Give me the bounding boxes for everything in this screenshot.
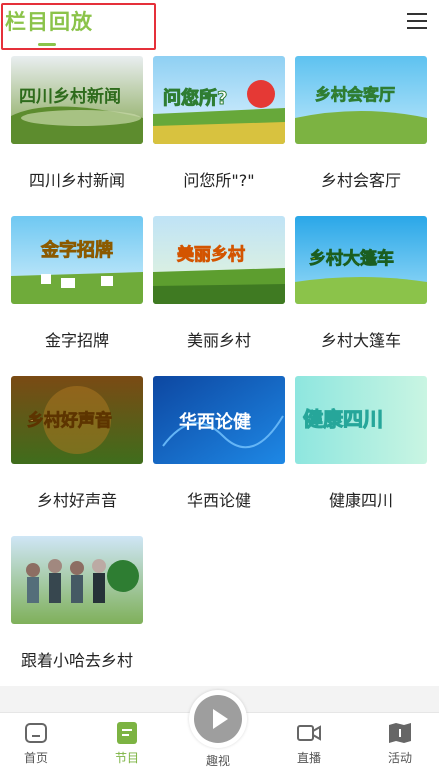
video-camera-icon <box>297 725 321 741</box>
tab-live[interactable]: 直播 <box>274 713 344 769</box>
svg-text:乡村会客厅: 乡村会客厅 <box>315 85 395 104</box>
program-thumbnail[interactable]: 华西论健 <box>153 376 285 464</box>
page-title: 栏目回放 <box>5 10 93 34</box>
svg-text:四川乡村新闻: 四川乡村新闻 <box>19 86 121 107</box>
program-name: 美丽乡村 <box>186 331 251 350</box>
tab-label: 活动 <box>387 751 412 765</box>
tab-home[interactable]: 首页 <box>1 713 71 769</box>
svg-text:健康四川: 健康四川 <box>303 407 383 431</box>
program-name: 乡村会客厅 <box>320 171 401 190</box>
program-name: 跟着小哈去乡村 <box>20 651 133 670</box>
program-name: 乡村好声音 <box>36 491 117 510</box>
tab-program[interactable]: 节目 <box>92 713 162 769</box>
program-card[interactable]: 华西论健 华西论健 <box>153 376 285 511</box>
program-thumbnail[interactable]: 乡村大篷车 <box>295 216 427 304</box>
tab-label: 节目 <box>114 751 139 765</box>
program-card[interactable]: 跟着小哈去乡村 <box>11 536 143 671</box>
svg-text:乡村好声音: 乡村好声音 <box>27 410 112 431</box>
program-thumbnail[interactable]: 美丽乡村 <box>153 216 285 304</box>
tab-label: 直播 <box>296 751 321 765</box>
program-thumbnail[interactable]: 乡村会客厅 <box>295 56 427 144</box>
program-name: 问您所"?" <box>183 171 255 190</box>
program-icon <box>117 722 137 744</box>
program-thumbnail[interactable]: 健康四川 <box>295 376 427 464</box>
svg-text:问您所?: 问您所? <box>163 87 227 109</box>
program-card[interactable]: 四川乡村新闻 四川乡村新闻 <box>11 56 143 191</box>
svg-text:乡村大篷车: 乡村大篷车 <box>309 248 394 269</box>
program-card[interactable]: 乡村会客厅 乡村会客厅 <box>295 56 427 191</box>
program-thumbnail[interactable]: 问您所? <box>153 56 285 144</box>
svg-text:金字招牌: 金字招牌 <box>40 239 113 261</box>
program-card[interactable]: 美丽乡村 美丽乡村 <box>153 216 285 351</box>
program-card[interactable]: 乡村好声音 乡村好声音 <box>11 376 143 511</box>
program-card[interactable]: 健康四川 健康四川 <box>295 376 427 511</box>
program-thumbnail[interactable] <box>11 536 143 624</box>
header: 栏目回放 <box>0 0 439 52</box>
program-thumbnail[interactable]: 四川乡村新闻 <box>11 56 143 144</box>
program-name: 华西论健 <box>186 491 251 510</box>
tab-activity[interactable]: 活动 <box>365 713 435 769</box>
program-name: 乡村大篷车 <box>320 331 401 350</box>
svg-text:美丽乡村: 美丽乡村 <box>177 244 245 265</box>
tab-label: 首页 <box>23 751 48 765</box>
home-icon <box>25 723 47 743</box>
program-thumbnail[interactable]: 金字招牌 <box>11 216 143 304</box>
program-thumbnail[interactable]: 乡村好声音 <box>11 376 143 464</box>
program-name: 金字招牌 <box>44 331 109 350</box>
play-icon[interactable] <box>189 690 247 748</box>
tab-label: 趣视 <box>205 754 230 768</box>
program-name: 健康四川 <box>328 491 393 510</box>
program-card[interactable]: 乡村大篷车 乡村大篷车 <box>295 216 427 351</box>
program-card[interactable]: 金字招牌 金字招牌 <box>11 216 143 351</box>
title-underline <box>38 43 56 46</box>
hamburger-menu-icon[interactable] <box>407 13 427 31</box>
map-book-icon <box>389 723 411 743</box>
svg-text:华西论健: 华西论健 <box>179 411 251 433</box>
program-card[interactable]: 问您所? 问您所"?" <box>153 56 285 191</box>
program-name: 四川乡村新闻 <box>28 171 125 190</box>
